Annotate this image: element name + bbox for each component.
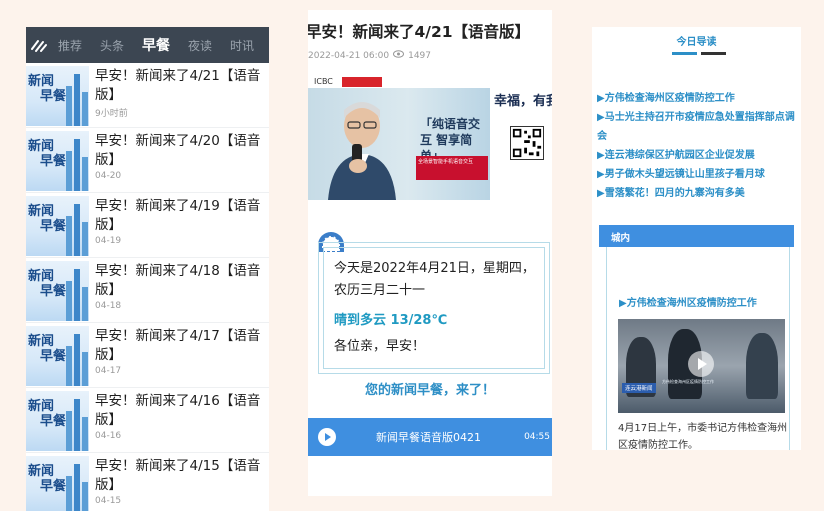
- guide-link[interactable]: ▶雪落繁花！四月的九寨沟有多美: [597, 184, 799, 203]
- breakfast-slogan: 您的新闻早餐，来了！: [364, 383, 495, 398]
- greeting-date: 今天是2022年4月21日，星期四，农历三月二十一: [334, 261, 535, 298]
- news-breakfast-thumbnail: 新闻 早餐: [26, 456, 89, 511]
- guide-link[interactable]: ▶男子做木头望远镜让山里孩子看月球: [597, 165, 799, 184]
- list-item[interactable]: 新闻 早餐 早安！新闻来了4/15【语音版】 04-15: [26, 453, 269, 511]
- spokesperson-image: [328, 102, 396, 200]
- guide-links: ▶方伟检查海州区疫情防控工作 ▶马士光主持召开市疫情应急处置指挥部点调会 ▶连云…: [597, 89, 799, 203]
- bank-logo-mark: [342, 77, 382, 87]
- list-item-date: 04-20: [95, 171, 122, 181]
- thumb-text: 新闻: [28, 464, 55, 479]
- video-channel-label: 连云港新闻: [622, 383, 656, 393]
- thumb-text: 早餐: [40, 479, 67, 494]
- video-subtitle: 方伟检查海州区疫情防控工作: [662, 379, 714, 384]
- list-item-title: 早安！新闻来了4/15【语音版】: [95, 458, 261, 493]
- list-item-date: 04-15: [95, 496, 122, 506]
- list-item[interactable]: 新闻 早餐 早安！新闻来了4/17【语音版】 04-17: [26, 323, 269, 388]
- guide-panel: 今日导读 ▶方伟检查海州区疫情防控工作 ▶马士光主持召开市疫情应急处置指挥部点调…: [592, 27, 801, 450]
- list-item[interactable]: 新闻 早餐 早安！新闻来了4/18【语音版】 04-18: [26, 258, 269, 323]
- audio-title: 新闻早餐语音版0421: [376, 431, 481, 444]
- section-header-city: 城内: [599, 225, 794, 247]
- weather-text: 晴到多云 13/28℃: [334, 313, 448, 328]
- ad-subtext: 全场景智能手机语音交互: [416, 156, 488, 180]
- guide-link[interactable]: ▶马士光主持召开市疫情应急处置指挥部点调会: [597, 108, 799, 146]
- guide-header: 今日导读: [676, 37, 717, 48]
- list-item-date: 04-17: [95, 366, 122, 376]
- ad-image: ICBC 「纯语音交互 智享简单」 全场景智能手机语音交互: [308, 76, 490, 200]
- list-item-date: 04-16: [95, 431, 122, 441]
- list-item-title: 早安！新闻来了4/20【语音版】: [95, 133, 261, 168]
- thumb-text: 新闻: [28, 334, 55, 349]
- list-item-title: 早安！新闻来了4/17【语音版】: [95, 328, 261, 363]
- header-underline: [672, 52, 726, 55]
- thumb-text: 早餐: [40, 349, 67, 364]
- news-breakfast-thumbnail: 新闻 早餐: [26, 391, 89, 451]
- video-play-icon[interactable]: [688, 351, 714, 377]
- news-list: 新闻 早餐 早安！新闻来了4/21【语音版】 9小时前 新闻 早餐 早安！新闻来了4/20【…: [26, 63, 269, 511]
- news-breakfast-thumbnail: 新闻 早餐: [26, 196, 89, 256]
- article-datetime: 2022-04-21 06:00: [308, 50, 390, 61]
- article-meta: 2022-04-21 06:00 1497: [308, 50, 552, 61]
- list-item-date: 04-19: [95, 236, 122, 246]
- ad-banner[interactable]: ICBC 「纯语音交互 智享简单」 全场景智能手机语音交互 幸福，有我: [308, 76, 552, 200]
- thumb-text: 早餐: [40, 154, 67, 169]
- article-panel: 早安！新闻来了4/21【语音版】 2022-04-21 06:00 1497 I…: [308, 10, 552, 496]
- news-video[interactable]: 连云港新闻 方伟检查海州区疫情防控工作: [618, 319, 785, 413]
- thumb-text: 新闻: [28, 269, 55, 284]
- tab-news-flash[interactable]: 时讯: [230, 37, 254, 54]
- list-item-title: 早安！新闻来了4/21【语音版】: [95, 68, 261, 103]
- view-count: 1497: [408, 50, 432, 61]
- list-item-title: 早安！新闻来了4/18【语音版】: [95, 263, 261, 298]
- list-item[interactable]: 新闻 早餐 早安！新闻来了4/20【语音版】 04-20: [26, 128, 269, 193]
- list-item-date: 9小时前: [95, 109, 128, 119]
- list-item-date: 04-18: [95, 301, 122, 311]
- play-icon[interactable]: [318, 428, 336, 446]
- tab-breakfast[interactable]: 早餐: [142, 35, 170, 55]
- list-item[interactable]: 新闻 早餐 早安！新闻来了4/21【语音版】 9小时前: [26, 63, 269, 128]
- thumb-text: 新闻: [28, 204, 55, 219]
- news-breakfast-thumbnail: 新闻 早餐: [26, 131, 89, 191]
- list-item[interactable]: 新闻 早餐 早安！新闻来了4/19【语音版】 04-19: [26, 193, 269, 258]
- guide-link[interactable]: ▶方伟检查海州区疫情防控工作: [597, 89, 799, 108]
- greeting-hello: 各位亲，早安！: [334, 339, 426, 354]
- guide-link[interactable]: ▶连云港综保区护航园区企业促发展: [597, 146, 799, 165]
- news-list-panel: 推荐 头条 早餐 夜读 时讯 新闻 早餐 早安！新闻来了4/21【语音版】 9小时前新…: [26, 27, 269, 511]
- news-description: 4月17日上午，市委书记方伟检查海州区疫情防控工作。: [618, 423, 788, 450]
- thumb-text: 早餐: [40, 414, 67, 429]
- list-item-title: 早安！新闻来了4/19【语音版】: [95, 198, 261, 233]
- video-person: [746, 333, 778, 399]
- eye-icon: [393, 50, 405, 61]
- thumb-text: 早餐: [40, 219, 67, 234]
- thumb-text: 新闻: [28, 74, 55, 89]
- city-news-title[interactable]: ▶方伟检查海州区疫情防控工作: [619, 294, 757, 309]
- article-title: 早安！新闻来了4/21【语音版】: [308, 23, 531, 41]
- audio-duration: 04:55: [524, 432, 550, 442]
- news-breakfast-thumbnail: 新闻 早餐: [26, 326, 89, 386]
- news-breakfast-thumbnail: 新闻 早餐: [26, 66, 89, 126]
- list-item[interactable]: 新闻 早餐 早安！新闻来了4/16【语音版】 04-16: [26, 388, 269, 453]
- top-tab-bar: 推荐 头条 早餐 夜读 时讯: [26, 27, 269, 63]
- app-logo-icon[interactable]: [28, 27, 50, 63]
- thumb-text: 早餐: [40, 89, 67, 104]
- thumb-text: 早餐: [40, 284, 67, 299]
- list-item-title: 早安！新闻来了4/16【语音版】: [95, 393, 261, 428]
- thumb-text: 新闻: [28, 399, 55, 414]
- tab-night-read[interactable]: 夜读: [188, 37, 212, 54]
- news-breakfast-thumbnail: 新闻 早餐: [26, 261, 89, 321]
- audio-player: 新闻早餐语音版0421 04:55: [308, 418, 552, 456]
- bank-logo: ICBC: [314, 77, 333, 86]
- tab-recommend[interactable]: 推荐: [58, 37, 82, 54]
- tab-headlines[interactable]: 头条: [100, 37, 124, 54]
- ad-happy-text: 幸福，有我: [494, 94, 552, 109]
- thumb-text: 新闻: [28, 139, 55, 154]
- qr-code-icon[interactable]: [510, 126, 544, 160]
